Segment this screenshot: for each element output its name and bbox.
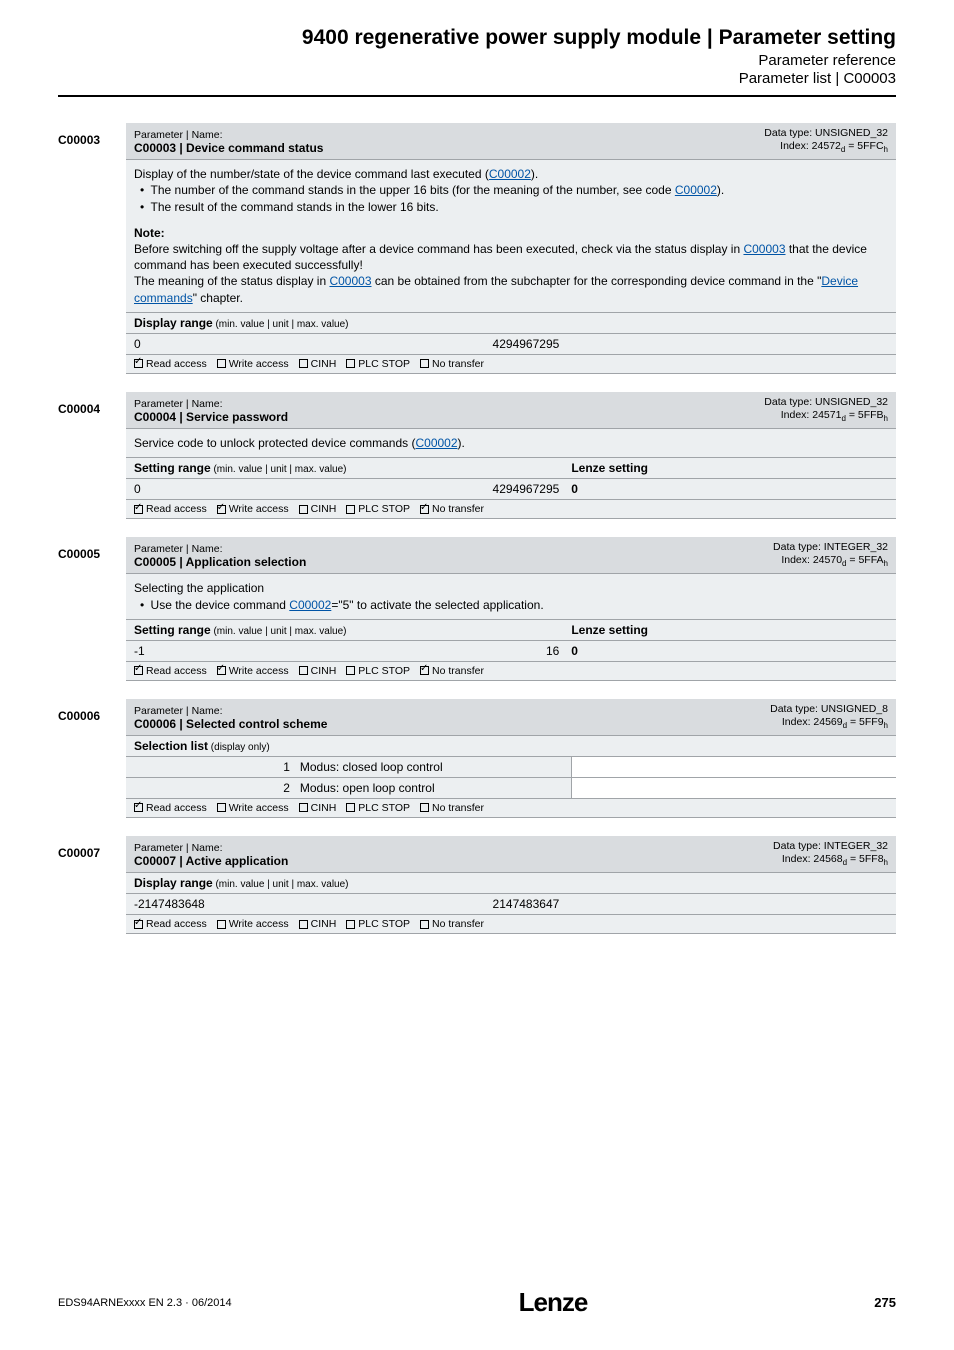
page-footer: EDS94ARNExxxx EN 2.3 · 06/2014 Lenze 275 [58, 1287, 896, 1318]
param-head-row: Parameter | Name: C00004 | Service passw… [126, 392, 896, 429]
display-range-label: Display range (min. value | unit | max. … [126, 313, 896, 334]
access-row: Read access Write access CINH PLC STOP N… [126, 355, 896, 374]
checkbox-icon [134, 359, 143, 368]
checkbox-icon [134, 666, 143, 675]
param-head-left: Parameter | Name: C00003 | Device comman… [134, 129, 323, 155]
checkbox-icon [420, 505, 429, 514]
checkbox-icon [134, 803, 143, 812]
param-head-row: Parameter | Name: C00005 | Application s… [126, 537, 896, 574]
checkbox-icon [420, 803, 429, 812]
value-row: 0 4294967295 [126, 334, 896, 355]
selection-row: 2 Modus: open loop control [126, 778, 896, 799]
setting-range-label: Setting range (min. value | unit | max. … [126, 458, 896, 479]
link-c00003[interactable]: C00003 [743, 242, 785, 256]
param-block: C00006 Parameter | Name: C00006 | Select… [58, 699, 896, 818]
checkbox-icon [420, 920, 429, 929]
lenze-logo: Lenze [519, 1287, 588, 1318]
param-code: C00007 [58, 836, 126, 934]
param-head-right: Data type: UNSIGNED_32 Index: 24572d = 5… [764, 127, 888, 155]
page-header: 9400 regenerative power supply module | … [0, 0, 954, 87]
checkbox-icon [346, 359, 355, 368]
param-head-row: Parameter | Name: C00007 | Active applic… [126, 836, 896, 873]
footer-doc-id: EDS94ARNExxxx EN 2.3 · 06/2014 [58, 1297, 232, 1309]
param-body: Parameter | Name: C00006 | Selected cont… [126, 699, 896, 818]
page-number: 275 [874, 1295, 896, 1310]
param-block: C00005 Parameter | Name: C00005 | Applic… [58, 537, 896, 681]
selection-list-label: Selection list (display only) [126, 736, 896, 757]
param-description: Selecting the application Use the device… [126, 574, 896, 619]
value-row: 0 4294967295 0 [126, 479, 896, 500]
param-description: Display of the number/state of the devic… [126, 160, 896, 313]
checkbox-icon [346, 920, 355, 929]
param-name-value: C00003 | Device command status [134, 141, 323, 155]
param-name-label: Parameter | Name: [134, 129, 323, 141]
link-c00002[interactable]: C00002 [675, 183, 717, 197]
header-sub2: Parameter list | C00003 [58, 70, 896, 87]
param-code: C00003 [58, 123, 126, 374]
checkbox-icon [346, 505, 355, 514]
param-head-row: Parameter | Name: C00006 | Selected cont… [126, 699, 896, 736]
link-c00002[interactable]: C00002 [415, 436, 457, 450]
param-code: C00005 [58, 537, 126, 681]
link-c00002[interactable]: C00002 [289, 598, 331, 612]
index-value: Index: 24572d = 5FFCh [764, 140, 888, 155]
access-row: Read access Write access CINH PLC STOP N… [126, 799, 896, 818]
data-type: Data type: UNSIGNED_32 [764, 127, 888, 140]
access-row: Read access Write access CINH PLC STOP N… [126, 915, 896, 934]
setting-range-label: Setting range (min. value | unit | max. … [126, 620, 896, 641]
param-body: Parameter | Name: C00007 | Active applic… [126, 836, 896, 934]
display-range-label: Display range (min. value | unit | max. … [126, 873, 896, 894]
checkbox-icon [299, 920, 308, 929]
param-block: C00007 Parameter | Name: C00007 | Active… [58, 836, 896, 934]
param-body: Parameter | Name: C00005 | Application s… [126, 537, 896, 681]
param-body: Parameter | Name: C00003 | Device comman… [126, 123, 896, 374]
link-c00003[interactable]: C00003 [329, 274, 371, 288]
checkbox-icon [299, 803, 308, 812]
param-code: C00006 [58, 699, 126, 818]
value-row: -2147483648 2147483647 [126, 894, 896, 915]
link-c00002[interactable]: C00002 [489, 167, 531, 181]
access-row: Read access Write access CINH PLC STOP N… [126, 500, 896, 519]
checkbox-icon [217, 803, 226, 812]
checkbox-icon [217, 666, 226, 675]
checkbox-icon [217, 920, 226, 929]
header-sub1: Parameter reference [58, 52, 896, 69]
checkbox-icon [420, 666, 429, 675]
param-head-row: Parameter | Name: C00003 | Device comman… [126, 123, 896, 160]
access-row: Read access Write access CINH PLC STOP N… [126, 662, 896, 681]
param-code: C00004 [58, 392, 126, 519]
param-description: Service code to unlock protected device … [126, 429, 896, 458]
checkbox-icon [134, 920, 143, 929]
checkbox-icon [346, 666, 355, 675]
checkbox-icon [217, 359, 226, 368]
checkbox-icon [134, 505, 143, 514]
max-value: 4294967295 [473, 337, 571, 351]
content-area: C00003 Parameter | Name: C00003 | Device… [0, 97, 954, 934]
selection-row: 1 Modus: closed loop control [126, 757, 896, 778]
checkbox-icon [217, 505, 226, 514]
checkbox-icon [299, 359, 308, 368]
note-title: Note: [134, 225, 888, 241]
checkbox-icon [299, 666, 308, 675]
checkbox-icon [299, 505, 308, 514]
checkbox-icon [420, 359, 429, 368]
min-value: 0 [134, 337, 307, 351]
param-block: C00003 Parameter | Name: C00003 | Device… [58, 123, 896, 374]
header-title: 9400 regenerative power supply module | … [58, 26, 896, 50]
value-row: -1 16 0 [126, 641, 896, 662]
checkbox-icon [346, 803, 355, 812]
param-block: C00004 Parameter | Name: C00004 | Servic… [58, 392, 896, 519]
param-body: Parameter | Name: C00004 | Service passw… [126, 392, 896, 519]
unit-value [307, 337, 473, 351]
